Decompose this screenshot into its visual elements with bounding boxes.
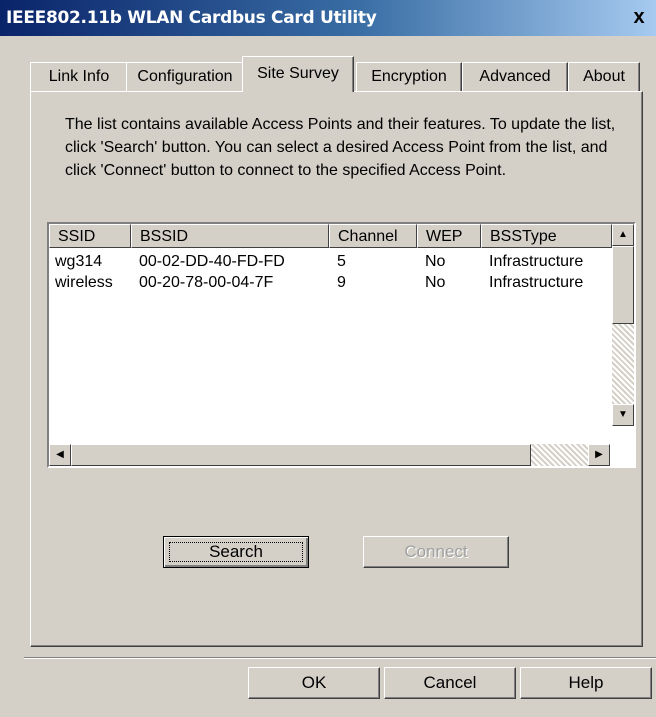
tab-encryption[interactable]: Encryption <box>356 62 462 91</box>
cell-ssid: wg314 <box>55 253 103 270</box>
vertical-scrollbar[interactable]: ▲ ▼ <box>612 224 634 426</box>
cell-wep: No <box>425 274 446 291</box>
horizontal-scroll-thumb[interactable] <box>71 444 531 466</box>
cell-bsstype: Infrastructure <box>489 274 584 291</box>
title-bar: IEEE802.11b WLAN Cardbus Card Utility x <box>0 0 656 36</box>
up-arrow-icon[interactable]: ▲ <box>612 224 634 246</box>
focus-rect <box>169 542 303 562</box>
access-point-list[interactable]: SSID BSSID Channel WEP BSSType wg314 00-… <box>47 222 636 468</box>
cell-bsstype: Infrastructure <box>489 253 584 270</box>
connect-button[interactable]: Connect <box>363 536 509 568</box>
cell-bssid: 00-02-DD-40-FD-FD <box>139 253 285 270</box>
column-header-bssid[interactable]: BSSID <box>131 224 329 248</box>
tab-advanced[interactable]: Advanced <box>462 62 568 91</box>
cell-bssid: 00-20-78-00-04-7F <box>139 274 274 291</box>
tab-site-survey[interactable]: Site Survey <box>242 56 354 92</box>
cell-wep: No <box>425 253 446 270</box>
cell-channel: 5 <box>337 253 346 270</box>
horizontal-scrollbar[interactable]: ◀ ▶ <box>49 444 610 466</box>
column-header-channel[interactable]: Channel <box>329 224 417 248</box>
close-icon[interactable]: x <box>626 5 652 29</box>
column-header-wep[interactable]: WEP <box>417 224 481 248</box>
column-header-ssid[interactable]: SSID <box>49 224 131 248</box>
ok-button[interactable]: OK <box>248 667 380 699</box>
tab-configuration[interactable]: Configuration <box>126 62 244 91</box>
cancel-button[interactable]: Cancel <box>384 667 516 699</box>
down-arrow-icon[interactable]: ▼ <box>612 404 634 426</box>
cell-ssid: wireless <box>55 274 113 291</box>
tab-link-info[interactable]: Link Info <box>30 62 128 91</box>
cell-channel: 9 <box>337 274 346 291</box>
help-button[interactable]: Help <box>520 667 652 699</box>
tab-about[interactable]: About <box>568 62 640 91</box>
left-arrow-icon[interactable]: ◀ <box>49 444 71 466</box>
site-survey-panel: The list contains available Access Point… <box>30 91 643 647</box>
window-title: IEEE802.11b WLAN Cardbus Card Utility <box>6 8 377 28</box>
instructions-text: The list contains available Access Point… <box>65 116 616 179</box>
search-button[interactable]: Search <box>163 536 309 568</box>
right-arrow-icon[interactable]: ▶ <box>588 444 610 466</box>
footer-divider <box>24 657 656 659</box>
column-header-bsstype[interactable]: BSSType <box>481 224 612 248</box>
vertical-scroll-thumb[interactable] <box>612 246 634 324</box>
